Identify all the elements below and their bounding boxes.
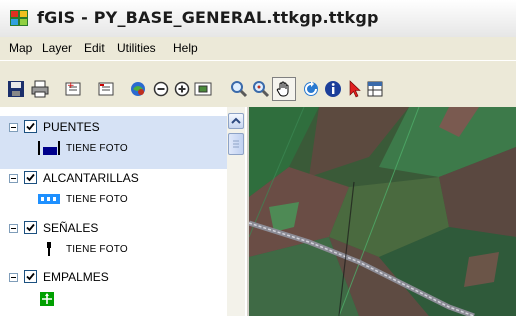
add-layer-button[interactable]: + xyxy=(63,79,83,99)
layer-name: PUENTES xyxy=(43,120,100,134)
select-button[interactable] xyxy=(345,79,365,99)
collapse-icon[interactable] xyxy=(9,123,18,132)
collapse-icon[interactable] xyxy=(9,174,18,183)
add-layer-icon: + xyxy=(65,81,81,96)
zoom-out-tool-button[interactable] xyxy=(251,79,271,99)
legend-label: TIENE FOTO xyxy=(66,244,128,255)
table-icon xyxy=(367,81,383,97)
culvert-legend-icon xyxy=(38,194,60,204)
zoom-out-icon xyxy=(153,81,169,97)
select-arrow-icon xyxy=(349,80,361,98)
remove-layer-icon xyxy=(98,82,114,96)
fgis-app-icon xyxy=(10,10,28,26)
legend-item-senales: TIENE FOTO xyxy=(0,241,227,259)
menu-edit[interactable]: Edit xyxy=(84,41,105,55)
layer-item-empalmes[interactable]: EMPALMES xyxy=(0,269,227,287)
legend-label: TIENE FOTO xyxy=(66,194,128,205)
checkmark-icon xyxy=(26,272,35,281)
collapse-icon[interactable] xyxy=(9,224,18,233)
sign-legend-icon xyxy=(47,242,51,256)
remove-layer-button[interactable] xyxy=(96,79,116,99)
layer-item-alcantarillas[interactable]: ALCANTARILLAS xyxy=(0,170,227,188)
layer-checkbox-senales[interactable] xyxy=(24,221,37,234)
pan-hand-icon xyxy=(276,81,289,97)
window-title: fGIS - PY_BASE_GENERAL.ttkgp.ttkgp xyxy=(37,8,379,27)
legend-item-puentes: TIENE FOTO xyxy=(0,140,227,158)
zoom-out-button[interactable] xyxy=(151,79,171,99)
layer-list-panel: PUENTES TIENE FOTO ALCANTARILLAS TIENE F… xyxy=(0,107,249,316)
scroll-up-button[interactable] xyxy=(228,113,244,129)
legend-item-alcantarillas: TIENE FOTO xyxy=(0,191,227,209)
toolbar: + xyxy=(0,60,516,108)
checkmark-icon xyxy=(26,122,35,131)
bridge-legend-icon xyxy=(38,141,60,155)
collapse-icon[interactable] xyxy=(9,273,18,282)
save-button[interactable] xyxy=(6,79,26,99)
menu-layer[interactable]: Layer xyxy=(42,41,72,55)
layer-name: SEÑALES xyxy=(43,221,99,235)
zoom-full-extent-button[interactable] xyxy=(128,79,148,99)
zoom-box-button[interactable] xyxy=(193,79,213,99)
menu-bar: Map Layer Edit Utilities Help xyxy=(0,37,516,60)
zoom-box-icon xyxy=(194,82,212,96)
refresh-button[interactable] xyxy=(301,79,321,99)
save-icon xyxy=(8,81,24,97)
menu-map[interactable]: Map xyxy=(9,41,32,55)
info-button[interactable] xyxy=(323,79,343,99)
menu-utilities[interactable]: Utilities xyxy=(117,41,156,55)
print-button[interactable] xyxy=(30,79,50,99)
scroll-thumb[interactable] xyxy=(228,133,244,155)
refresh-icon xyxy=(304,81,318,96)
menu-help[interactable]: Help xyxy=(173,41,198,55)
layer-name: EMPALMES xyxy=(43,270,109,284)
layer-checkbox-puentes[interactable] xyxy=(24,120,37,133)
layer-list-scrollbar[interactable] xyxy=(227,107,245,316)
map-canvas[interactable] xyxy=(249,107,516,316)
grip-icon xyxy=(233,140,239,148)
zoom-full-extent-icon xyxy=(131,82,145,96)
table-button[interactable] xyxy=(366,79,384,99)
satellite-imagery xyxy=(249,107,516,316)
layer-checkbox-alcantarillas[interactable] xyxy=(24,171,37,184)
checkmark-icon xyxy=(26,223,35,232)
print-icon xyxy=(31,80,49,98)
legend-item-empalmes xyxy=(0,291,227,309)
layer-name: ALCANTARILLAS xyxy=(43,171,139,185)
junction-legend-icon xyxy=(40,292,54,306)
zoom-in-icon xyxy=(174,81,190,97)
layer-item-puentes[interactable]: PUENTES xyxy=(0,119,227,137)
zoom-in-button[interactable] xyxy=(172,79,192,99)
info-icon xyxy=(325,81,341,97)
title-bar: fGIS - PY_BASE_GENERAL.ttkgp.ttkgp xyxy=(0,0,516,37)
layer-item-senales[interactable]: SEÑALES xyxy=(0,220,227,238)
legend-label: TIENE FOTO xyxy=(66,143,128,154)
zoom-out-magnifier-icon xyxy=(253,81,270,98)
layer-checkbox-empalmes[interactable] xyxy=(24,270,37,283)
checkmark-icon xyxy=(26,173,35,182)
zoom-in-magnifier-icon xyxy=(231,81,248,98)
chevron-up-icon xyxy=(231,117,241,124)
zoom-in-tool-button[interactable] xyxy=(229,79,249,99)
pan-tool-button[interactable] xyxy=(272,77,296,101)
svg-text:+: + xyxy=(67,81,75,91)
